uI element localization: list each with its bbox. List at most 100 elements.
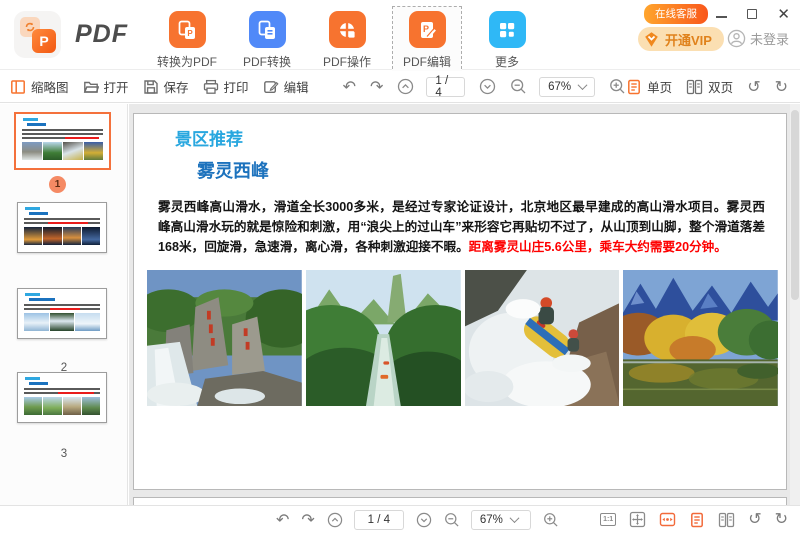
undo-icon: ↶ [342, 76, 356, 96]
more-icon [488, 11, 526, 48]
page-thumbnail-1[interactable] [14, 112, 111, 170]
thumbnail-sidebar: 1 2 3 [0, 104, 128, 533]
fit-width-button[interactable] [659, 511, 676, 528]
page-thumbnail-2[interactable] [17, 202, 107, 253]
edit-label: 编辑 [283, 81, 309, 95]
avatar-icon [727, 29, 746, 48]
minimize-icon[interactable] [716, 16, 728, 18]
page-thumbnail-4[interactable] [17, 372, 107, 423]
tab-pdf-convert[interactable]: PDF转换 [232, 6, 302, 74]
fit-page-button[interactable] [629, 511, 646, 528]
rock-inscription-waterfall-photo [147, 270, 302, 406]
double-page-view-button[interactable]: 双页 [686, 77, 733, 96]
next-page-button-bottom[interactable] [416, 512, 432, 528]
rotate-right-icon: ↻ [774, 508, 788, 528]
double-page-view-button-bottom[interactable] [718, 512, 735, 528]
zoom-out-button[interactable] [510, 78, 527, 95]
page-down-icon [416, 512, 432, 527]
zoom-in-button[interactable] [609, 78, 626, 95]
zoom-value: 67% [479, 513, 503, 526]
maximize-icon[interactable] [747, 9, 758, 19]
tab-label: PDF转换 [242, 55, 291, 69]
svg-text:P: P [423, 24, 429, 34]
tab-more[interactable]: 更多 [472, 6, 542, 74]
undo-button[interactable]: ↶ [342, 76, 356, 96]
double-page-label: 双页 [708, 81, 734, 95]
statusbar-nav-controls: ↶ ↷ 1 / 4 67% [264, 506, 559, 533]
scrollbar-thumb[interactable] [791, 110, 799, 300]
tab-convert-to-pdf[interactable]: P 转换为PDF [152, 6, 222, 74]
rotate-right-button-bottom[interactable]: ↻ [774, 508, 788, 529]
page-thumbnail-3[interactable] [17, 288, 107, 339]
undo-button-bottom[interactable]: ↶ [276, 509, 290, 529]
titlebar: P PDF P 转换为PDF PDF转换 PDF操作 P PDF编辑 更多 在线… [0, 0, 800, 74]
open-folder-icon [83, 81, 99, 93]
zoom-level-select-bottom[interactable]: 67% [470, 509, 531, 530]
page-number-input-bottom[interactable]: 1 / 4 [353, 509, 404, 530]
vertical-scrollbar[interactable] [790, 104, 800, 505]
undo-icon: ↶ [276, 509, 290, 529]
page-down-icon [479, 78, 496, 95]
page-number-input[interactable]: 1 / 4 [426, 74, 466, 99]
page-indicator: 1 / 4 [367, 513, 390, 526]
fit-width-icon [659, 512, 676, 527]
rotate-left-button-bottom[interactable]: ↺ [748, 510, 761, 529]
save-button[interactable]: 保存 [143, 77, 189, 96]
print-icon [203, 79, 218, 94]
zoom-in-button-bottom[interactable] [543, 512, 559, 528]
chevron-down-icon [577, 80, 588, 91]
redo-button-bottom[interactable]: ↷ [301, 511, 314, 527]
previous-page-button-bottom[interactable] [327, 512, 343, 528]
fit-page-icon [630, 511, 646, 528]
edit-icon [263, 80, 279, 93]
convert-to-pdf-icon: P [168, 11, 206, 48]
tab-pdf-operate[interactable]: PDF操作 [312, 6, 382, 74]
actual-size-button[interactable]: 1:1 [600, 513, 617, 526]
pdf-page-1[interactable]: 景区推荐 雾灵西峰 雾灵西峰高山滑水，滑道全长3000多米，是经过专家论证设计，… [133, 113, 787, 490]
autumn-lake-reflection-photo [623, 270, 778, 406]
close-icon[interactable]: ✕ [777, 7, 790, 22]
login-button[interactable]: 未登录 [727, 29, 789, 48]
zoom-out-button-bottom[interactable] [444, 512, 460, 528]
svg-text:P: P [187, 29, 193, 38]
double-page-icon [719, 512, 735, 527]
thumbnail-label: 缩略图 [31, 81, 69, 95]
tab-pdf-edit[interactable]: P PDF编辑 [392, 6, 462, 74]
doc-highlight-text: 距离雾灵山庄5.6公里，乘车大约需要20分钟。 [468, 240, 727, 254]
tab-label: PDF操作 [322, 55, 371, 69]
open-vip-button[interactable]: 开通VIP [638, 27, 724, 51]
app-logo: P PDF [14, 11, 128, 58]
rotate-right-button[interactable]: ↻ [775, 78, 788, 94]
single-page-icon [691, 512, 704, 527]
chevron-down-icon [509, 513, 520, 524]
single-page-view-button-bottom[interactable] [689, 512, 705, 528]
previous-page-button[interactable] [397, 78, 414, 95]
tab-label: PDF编辑 [402, 55, 451, 69]
page-indicator: 1 / 4 [435, 74, 449, 99]
save-icon [143, 79, 158, 94]
next-page-button[interactable] [479, 78, 496, 95]
zoom-out-icon [511, 79, 526, 94]
zoom-level-select[interactable]: 67% [539, 76, 596, 97]
zoom-value: 67% [548, 80, 572, 93]
pdf-p-icon: P [32, 29, 56, 53]
redo-button[interactable]: ↷ [369, 76, 384, 96]
pdf-editor-window: P PDF P 转换为PDF PDF转换 PDF操作 P PDF编辑 更多 在线… [0, 0, 800, 533]
open-button[interactable]: 打开 [83, 77, 129, 96]
print-button[interactable]: 打印 [203, 77, 249, 96]
actual-size-label: 1:1 [603, 516, 614, 523]
whitewater-rafting-closeup-photo [464, 270, 620, 406]
pdf-page-2-edge[interactable] [133, 497, 787, 505]
vip-label: 开通VIP [665, 32, 712, 48]
statusbar: ↶ ↷ 1 / 4 67% 1:1 ↺ ↻ [0, 505, 800, 533]
single-page-view-button[interactable]: 单页 [626, 77, 672, 96]
online-service-button[interactable]: 在线客服 [644, 4, 708, 24]
doc-heading-2: 雾灵西峰 [197, 161, 269, 181]
document-view: 景区推荐 雾灵西峰 雾灵西峰高山滑水，滑道全长3000多米，是经过专家论证设计，… [129, 104, 800, 505]
page-number-badge: 1 [49, 176, 66, 193]
rotate-left-button[interactable]: ↺ [747, 78, 760, 94]
redo-icon: ↷ [369, 76, 384, 96]
edit-button[interactable]: 编辑 [263, 77, 309, 96]
thumbnail-panel-button[interactable]: 缩略图 [10, 77, 69, 96]
vip-badge-icon [645, 31, 658, 47]
